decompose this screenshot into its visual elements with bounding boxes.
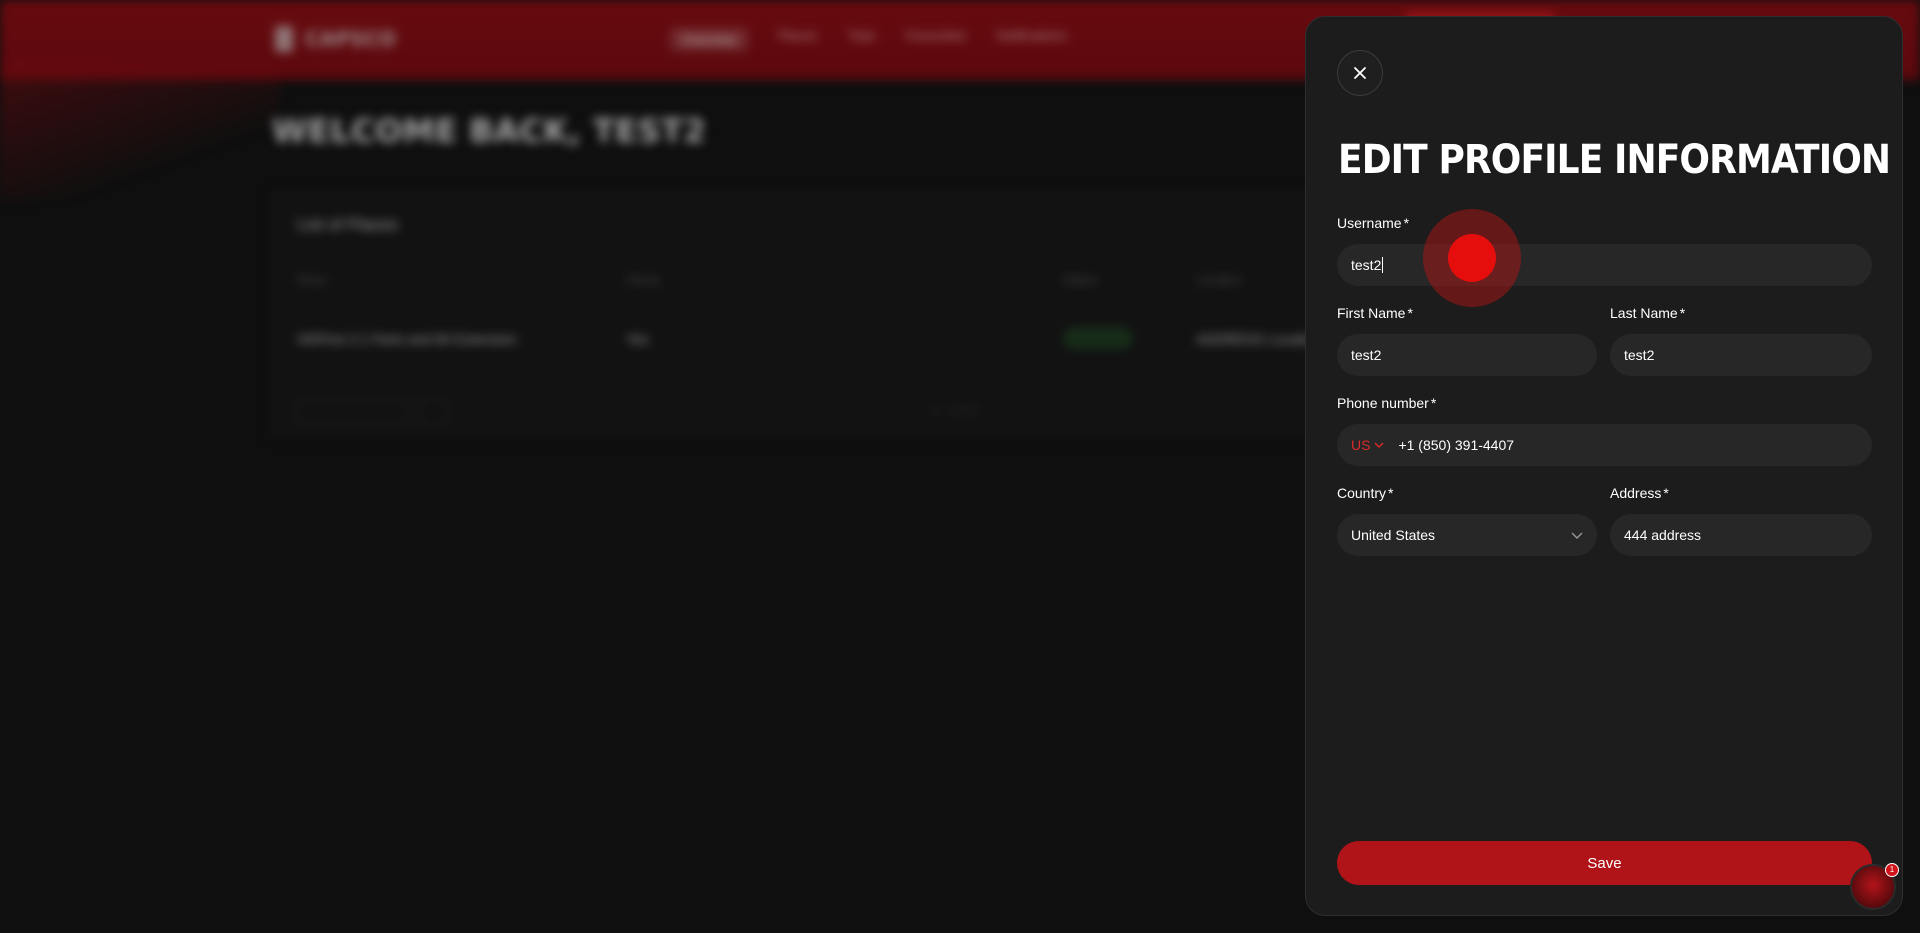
edit-profile-panel: EDIT PROFILE INFORMATION Username * test2… xyxy=(1305,16,1903,916)
last-name-input[interactable]: test2 xyxy=(1610,334,1872,376)
save-button[interactable]: Save xyxy=(1337,841,1872,885)
close-icon xyxy=(1354,67,1366,79)
address-value: 444 address xyxy=(1624,527,1702,543)
required-marker: * xyxy=(1403,215,1410,231)
username-value: test2 xyxy=(1351,257,1382,273)
required-marker: * xyxy=(1407,305,1413,321)
country-label-text: Country xyxy=(1337,485,1387,501)
address-input[interactable]: 444 address xyxy=(1610,514,1872,556)
notification-badge: 1 xyxy=(1885,863,1899,877)
chevron-down-icon xyxy=(1571,532,1583,539)
address-field-group: Address * 444 address xyxy=(1610,483,1872,556)
select-arrow xyxy=(1571,532,1583,539)
phone-field-group: Phone number * US +1 (850) 391-4407 xyxy=(1337,393,1872,466)
chevron-down-icon xyxy=(1374,442,1384,448)
page-title: EDIT PROFILE INFORMATION xyxy=(1338,137,1891,183)
last-name-label: Last Name * xyxy=(1610,303,1872,323)
phone-value: +1 (850) 391-4407 xyxy=(1398,437,1515,453)
first-name-value: test2 xyxy=(1351,347,1382,363)
first-name-label-text: First Name xyxy=(1337,305,1406,321)
country-code-value: US xyxy=(1351,437,1371,453)
first-name-input[interactable]: test2 xyxy=(1337,334,1597,376)
address-label: Address * xyxy=(1610,483,1872,503)
last-name-field-group: Last Name * test2 xyxy=(1610,303,1872,376)
username-label: Username * xyxy=(1337,213,1872,233)
last-name-label-text: Last Name xyxy=(1610,305,1678,321)
address-label-text: Address xyxy=(1610,485,1662,501)
phone-input[interactable]: US +1 (850) 391-4407 xyxy=(1337,424,1872,466)
country-select[interactable]: United States xyxy=(1337,514,1597,556)
username-field-group: Username * test2 xyxy=(1337,213,1872,286)
country-value: United States xyxy=(1351,527,1436,543)
phone-label-text: Phone number xyxy=(1337,395,1429,411)
click-indicator-dot xyxy=(1448,234,1496,282)
required-marker: * xyxy=(1679,305,1686,321)
username-label-text: Username xyxy=(1337,215,1402,231)
country-label: Country * xyxy=(1337,483,1597,503)
required-marker: * xyxy=(1663,485,1669,501)
first-name-field-group: First Name * test2 xyxy=(1337,303,1597,376)
country-field-group: Country * United States xyxy=(1337,483,1597,556)
phone-label: Phone number * xyxy=(1337,393,1872,413)
required-marker: * xyxy=(1388,485,1394,501)
username-input[interactable]: test2 xyxy=(1337,244,1872,286)
required-marker: * xyxy=(1430,395,1437,411)
text-caret xyxy=(1382,257,1384,273)
close-button[interactable] xyxy=(1337,50,1383,96)
country-code-select[interactable]: US xyxy=(1351,437,1384,453)
last-name-value: test2 xyxy=(1624,347,1655,363)
